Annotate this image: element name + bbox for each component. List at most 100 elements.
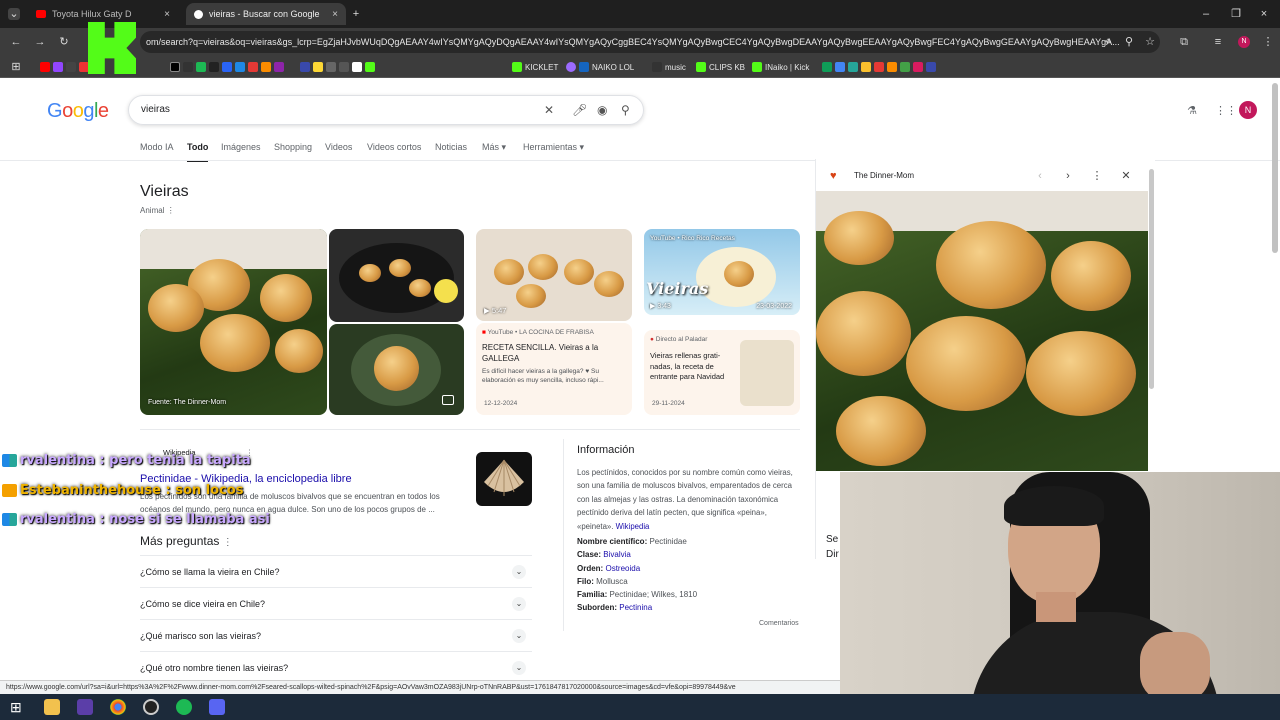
pan-scallops-image[interactable] bbox=[329, 229, 464, 322]
question-item[interactable]: ¿Cómo se dice vieira en Chile? ⌄ bbox=[140, 587, 532, 619]
discord-icon[interactable] bbox=[209, 699, 225, 715]
scrollbar-page[interactable] bbox=[1272, 83, 1278, 253]
tab-herramientas[interactable]: Herramientas ▾ bbox=[523, 142, 584, 153]
comments-link[interactable]: Comentarios bbox=[759, 620, 799, 627]
zoom-icon[interactable]: ⚲ bbox=[1123, 36, 1135, 48]
tab-mas[interactable]: Más ▾ bbox=[482, 142, 506, 153]
chevron-down-icon[interactable]: ⌄ bbox=[512, 565, 526, 579]
close-window-icon[interactable]: × bbox=[1258, 8, 1270, 20]
forward-icon[interactable]: → bbox=[34, 36, 46, 48]
next-icon[interactable]: › bbox=[1062, 170, 1074, 182]
bookmark-star-icon[interactable]: ☆ bbox=[1144, 36, 1156, 48]
knowledge-panel-subtitle: Animal ⋮ bbox=[140, 206, 175, 215]
tab-label: vieiras - Buscar con Google bbox=[209, 9, 320, 19]
fact-row: Familia: Pectinidae; Wilkes, 1810 bbox=[577, 590, 698, 600]
minimize-icon[interactable]: – bbox=[1200, 8, 1212, 20]
voice-search-icon[interactable]: 🎤︎ bbox=[572, 96, 587, 124]
extensions-icon[interactable]: ⧉ bbox=[1178, 36, 1190, 48]
bookmark-kicklet[interactable]: KICKLET bbox=[512, 60, 558, 74]
clear-icon[interactable]: ✕ bbox=[544, 96, 554, 124]
obs-icon[interactable] bbox=[143, 699, 159, 715]
account-avatar[interactable]: N bbox=[1239, 101, 1257, 119]
close-icon[interactable]: ✕ bbox=[1120, 170, 1132, 182]
tab-videos[interactable]: Videos bbox=[325, 142, 352, 152]
video-card-gallega[interactable]: ■ YouTube • LA COCINA DE FRABISA RECETA … bbox=[476, 323, 632, 415]
info-heading: Información bbox=[577, 444, 635, 456]
google-logo[interactable]: Google bbox=[47, 100, 109, 123]
apps-grid-icon[interactable]: ⊞ bbox=[10, 61, 22, 73]
address-bar[interactable]: om/search?q=vieiras&oq=vieiras&gs_lcrp=E… bbox=[140, 31, 1160, 53]
bookmark-naiko-kick[interactable]: INaiko | Kick bbox=[752, 60, 809, 74]
search-icon[interactable]: ⚲ bbox=[621, 96, 630, 124]
video-date: 12-12-2024 bbox=[484, 400, 518, 407]
tab-search-icon[interactable]: ⌄ bbox=[8, 8, 20, 20]
bookmark-naiko-lol[interactable]: NAIKO LOL bbox=[566, 60, 634, 74]
back-icon[interactable]: ← bbox=[10, 36, 22, 48]
video-title: RECETA SENCILLA. Vieiras a la GALLEGA bbox=[482, 343, 599, 363]
wikipedia-link[interactable]: Wikipedia bbox=[616, 522, 650, 531]
bookmarks-bar: ⊞ KICKLET NAIKO LOL music CLIPS KB INaik… bbox=[0, 56, 1280, 78]
video-thumbnail-rellenas[interactable]: YouTube • Rico Rico Recetas Vieiras 23-0… bbox=[644, 229, 800, 315]
location-icon[interactable]: ⌖ bbox=[1102, 36, 1114, 48]
tab-imagenes[interactable]: Imágenes bbox=[221, 142, 261, 152]
chevron-down-icon[interactable]: ⌄ bbox=[512, 629, 526, 643]
scrollbar-side[interactable] bbox=[1149, 169, 1154, 389]
question-item[interactable]: ¿Qué marisco son las vieiras? ⌄ bbox=[140, 619, 532, 651]
google-apps-icon[interactable]: ⋮⋮ bbox=[1215, 105, 1237, 117]
tab-modo-ia[interactable]: Modo IA bbox=[140, 142, 174, 152]
chat-message: rvalentina : pero tenia la tapita bbox=[2, 453, 251, 468]
prev-icon[interactable]: ‹ bbox=[1034, 170, 1046, 182]
side-panel-main-image[interactable] bbox=[816, 191, 1148, 471]
profile-avatar-icon[interactable]: N bbox=[1238, 36, 1250, 48]
fact-link[interactable]: Ostreoida bbox=[605, 564, 640, 573]
fact-row: Nombre científico: Pectinidae bbox=[577, 537, 687, 546]
video-thumbnail-gallega[interactable]: ▶ 5:47 bbox=[476, 229, 632, 321]
tab-noticias[interactable]: Noticias bbox=[435, 142, 467, 152]
wiki-shell-thumbnail[interactable] bbox=[476, 452, 532, 506]
tab-videos-cortos[interactable]: Videos cortos bbox=[367, 142, 421, 152]
maximize-icon[interactable]: ❐ bbox=[1230, 8, 1242, 20]
question-item[interactable]: ¿Qué otro nombre tienen las vieiras? ⌄ bbox=[140, 651, 532, 683]
tab-shopping[interactable]: Shopping bbox=[274, 142, 312, 152]
media-icon[interactable]: ≡ bbox=[1212, 36, 1224, 48]
knowledge-panel-title: Vieiras bbox=[140, 183, 189, 200]
chrome-icon[interactable] bbox=[110, 699, 126, 715]
browser-toolbar: ← → ↻ om/search?q=vieiras&oq=vieiras&gs_… bbox=[0, 28, 1280, 56]
video-snippet: Es difícil hacer vieiras a la gallega? ♥… bbox=[482, 368, 604, 384]
side-panel-source[interactable]: The Dinner-Mom bbox=[854, 171, 914, 180]
chat-message: rvalentina : nose si se llamaba asi bbox=[2, 512, 270, 527]
bookmark-music[interactable]: music bbox=[652, 60, 686, 74]
app-icon-purple[interactable] bbox=[77, 699, 93, 715]
search-query[interactable]: vieiras bbox=[141, 104, 170, 115]
file-explorer-icon[interactable] bbox=[44, 699, 60, 715]
windows-start-icon[interactable]: ⊞ bbox=[10, 699, 26, 715]
fact-link[interactable]: Bivalvia bbox=[603, 550, 631, 559]
tab-todo[interactable]: Todo bbox=[187, 142, 209, 162]
lens-icon[interactable]: ◉ bbox=[597, 96, 607, 124]
chevron-down-icon[interactable]: ⌄ bbox=[512, 661, 526, 675]
close-tab-icon[interactable]: × bbox=[332, 9, 338, 20]
chevron-down-icon[interactable]: ⌄ bbox=[512, 597, 526, 611]
tab-google-search[interactable]: vieiras - Buscar con Google × bbox=[186, 3, 346, 25]
gallery-icon[interactable] bbox=[442, 395, 454, 405]
main-scallop-image[interactable]: Fuente: The Dinner-Mom bbox=[140, 229, 327, 415]
tab-toyota[interactable]: Toyota Hilux Gaty D × bbox=[28, 3, 178, 25]
bookmark-clips-kb[interactable]: CLIPS KB bbox=[696, 60, 745, 74]
chat-badge-icon bbox=[2, 513, 17, 526]
more-options-icon[interactable]: ⋮ bbox=[1091, 170, 1103, 182]
recipe-title: Vieiras rellenas grati-nadas, la receta … bbox=[650, 351, 725, 381]
search-box[interactable]: vieiras ✕ 🎤︎ ◉ ⚲ bbox=[128, 95, 644, 125]
new-tab-icon[interactable]: + bbox=[350, 8, 362, 20]
question-item[interactable]: ¿Cómo se llama la vieira en Chile? ⌄ bbox=[140, 555, 532, 587]
labs-flask-icon[interactable]: ⚗ bbox=[1186, 105, 1198, 117]
close-tab-icon[interactable]: × bbox=[164, 9, 170, 20]
recipe-card-rellenas[interactable]: ● Directo al Paladar Vieiras rellenas gr… bbox=[644, 330, 800, 415]
more-options-icon[interactable]: ⋮ bbox=[167, 206, 175, 215]
more-questions-heading: Más preguntas ⋮ bbox=[140, 534, 233, 548]
recipe-thumbnail bbox=[740, 340, 794, 406]
reload-icon[interactable]: ↻ bbox=[58, 36, 70, 48]
chrome-menu-icon[interactable]: ⋮ bbox=[1262, 36, 1274, 48]
shell-dish-image[interactable] bbox=[329, 324, 464, 415]
fact-link[interactable]: Pectinina bbox=[619, 603, 652, 612]
spotify-icon[interactable] bbox=[176, 699, 192, 715]
